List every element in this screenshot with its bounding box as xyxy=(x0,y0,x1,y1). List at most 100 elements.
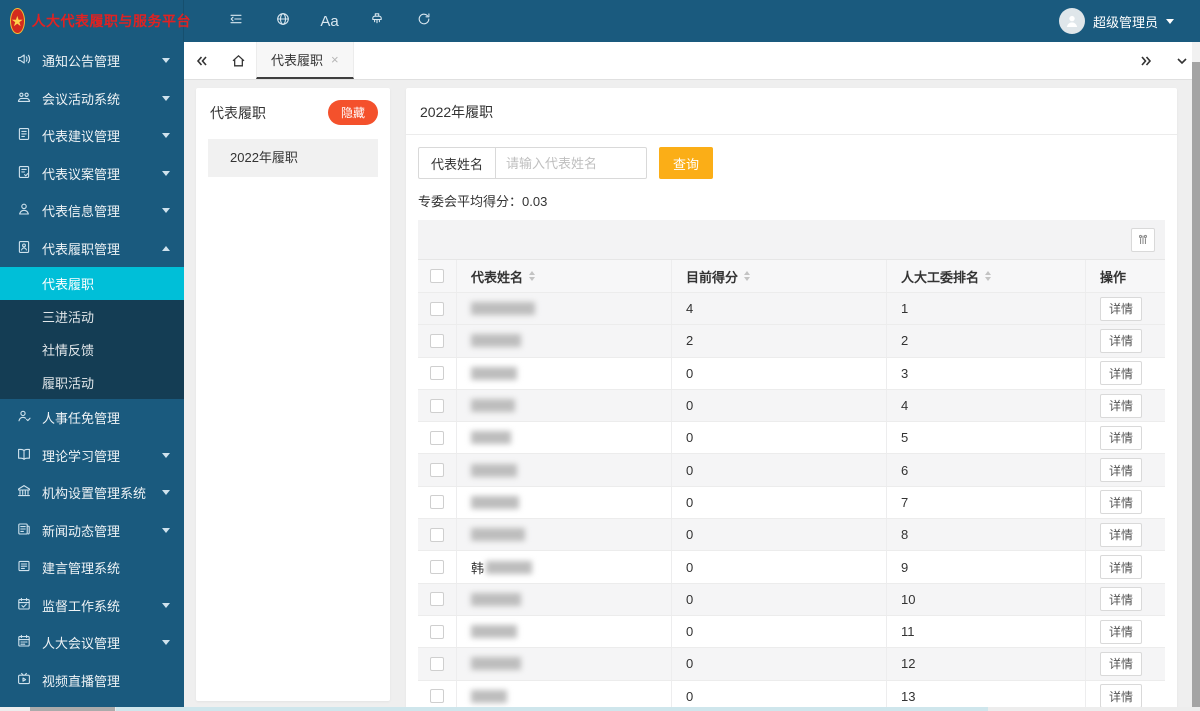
app-window: ★ 人大代表履职与服务平台 Aa 超级管理员 通知公告管理 会议活动系统 代表建议管… xyxy=(0,0,1200,711)
row-checkbox[interactable] xyxy=(430,301,444,316)
redacted-name xyxy=(471,463,517,477)
redacted-name xyxy=(471,334,521,348)
detail-button[interactable]: 详情 xyxy=(1100,555,1143,580)
horizontal-scrollbar-thumb[interactable] xyxy=(116,707,988,711)
sidebar-item-personnel[interactable]: 人事任免管理 xyxy=(0,399,184,437)
row-checkbox[interactable] xyxy=(430,333,444,348)
sidebar-submenu-duty: 代表履职 三进活动 社情反馈 履职活动 xyxy=(0,267,184,399)
cell-rank: 4 xyxy=(886,389,1085,422)
header-checkbox-cell xyxy=(418,260,456,292)
row-checkbox[interactable] xyxy=(430,527,444,542)
cell-score: 0 xyxy=(671,519,886,551)
motion-icon xyxy=(16,164,32,183)
detail-button[interactable]: 详情 xyxy=(1100,490,1143,515)
redacted-name xyxy=(471,592,521,606)
app-title: 人大代表履职与服务平台 xyxy=(31,13,192,29)
detail-button[interactable]: 详情 xyxy=(1100,393,1143,418)
header-action: 操作 xyxy=(1085,260,1165,292)
globe-button[interactable] xyxy=(259,0,306,42)
sidebar-item-motion[interactable]: 代表议案管理 xyxy=(0,155,184,193)
sidebar-subitem-duty-perform[interactable]: 代表履职 xyxy=(0,267,184,300)
cell-score: 0 xyxy=(671,454,886,486)
cell-name xyxy=(456,648,671,680)
row-checkbox[interactable] xyxy=(430,624,444,639)
detail-button[interactable]: 详情 xyxy=(1100,425,1143,450)
header-score[interactable]: 目前得分 xyxy=(671,260,886,292)
hide-button[interactable]: 隐藏 xyxy=(327,100,378,125)
menu-collapse-button[interactable] xyxy=(212,0,259,42)
redacted-name xyxy=(486,560,533,574)
horizontal-scrollbar-thumb[interactable] xyxy=(30,707,115,711)
detail-button[interactable]: 详情 xyxy=(1100,619,1143,644)
representative-name-input[interactable] xyxy=(495,147,648,179)
tab-duty-perform[interactable]: 代表履职 × xyxy=(256,42,354,79)
font-size-button[interactable]: Aa xyxy=(306,0,353,42)
sidebar-subitem-sanjin-activity[interactable]: 三进活动 xyxy=(0,300,184,333)
sidebar-item-suggestion[interactable]: 代表建议管理 xyxy=(0,117,184,155)
sort-icon[interactable] xyxy=(985,271,992,281)
cell-action: 详情 xyxy=(1085,422,1165,454)
row-checkbox[interactable] xyxy=(430,656,444,671)
sidebar-item-notice[interactable]: 通知公告管理 xyxy=(0,42,184,80)
row-checkbox[interactable] xyxy=(430,689,444,704)
row-checkbox[interactable] xyxy=(430,366,444,381)
clear-format-icon xyxy=(369,11,385,32)
clear-format-button[interactable] xyxy=(353,0,400,42)
vertical-scrollbar-thumb[interactable] xyxy=(1192,62,1200,711)
row-checkbox[interactable] xyxy=(430,592,444,607)
sidebar-item-npc-meeting[interactable]: 人大会议管理 xyxy=(0,624,184,662)
header-name[interactable]: 代表姓名 xyxy=(456,260,671,292)
tabs-scroll-right-button[interactable] xyxy=(1128,42,1164,79)
query-button[interactable]: 查询 xyxy=(659,147,714,179)
sidebar-item-rep-info[interactable]: 代表信息管理 xyxy=(0,192,184,230)
row-checkbox[interactable] xyxy=(430,560,444,575)
user-menu[interactable]: 超级管理员 xyxy=(1058,8,1200,34)
header-rank[interactable]: 人大工委排名 xyxy=(886,260,1085,292)
sidebar-item-supervision[interactable]: 监督工作系统 xyxy=(0,587,184,625)
sidebar-item-organization[interactable]: 机构设置管理系统 xyxy=(0,474,184,512)
table-row: 2 2 详情 xyxy=(418,324,1165,357)
cell-score: 0 xyxy=(671,422,886,454)
detail-button[interactable]: 详情 xyxy=(1100,361,1143,386)
advice-icon xyxy=(16,558,32,577)
row-checkbox[interactable] xyxy=(430,463,444,478)
detail-button[interactable]: 详情 xyxy=(1100,296,1143,321)
table-row: 0 12 详情 xyxy=(418,647,1165,680)
sidebar-item-video[interactable]: 视频直播管理 xyxy=(0,662,184,700)
sidebar-subitem-duty-activity[interactable]: 履职活动 xyxy=(0,366,184,399)
refresh-button[interactable] xyxy=(400,0,447,42)
detail-button[interactable]: 详情 xyxy=(1100,328,1143,353)
theory-icon xyxy=(16,446,32,465)
tabs-scroll-left-button[interactable] xyxy=(184,42,220,79)
sidebar-item-duty[interactable]: 代表履职管理 xyxy=(0,230,184,268)
column-settings-button[interactable] xyxy=(1131,227,1155,252)
search-form: 代表姓名 查询 xyxy=(418,147,1165,179)
sidebar-item-advice[interactable]: 建言管理系统 xyxy=(0,549,184,587)
close-icon[interactable]: × xyxy=(331,52,339,67)
sidebar-item-label: 新闻动态管理 xyxy=(42,523,121,539)
row-checkbox[interactable] xyxy=(430,495,444,510)
divider xyxy=(406,134,1177,135)
sidebar-item-meeting[interactable]: 会议活动系统 xyxy=(0,80,184,118)
home-tab-button[interactable] xyxy=(220,42,256,79)
detail-button[interactable]: 详情 xyxy=(1100,587,1143,612)
row-checkbox[interactable] xyxy=(430,430,444,445)
sidebar-subitem-social-feedback[interactable]: 社情反馈 xyxy=(0,333,184,366)
list-item-year-2022[interactable]: 2022年履职 xyxy=(208,139,378,177)
vertical-scrollbar[interactable] xyxy=(1192,42,1200,711)
chevron-down-icon xyxy=(162,452,170,458)
select-all-checkbox[interactable] xyxy=(430,269,444,283)
sort-icon[interactable] xyxy=(744,271,751,281)
sidebar-item-news[interactable]: 新闻动态管理 xyxy=(0,512,184,550)
table-row: 0 4 详情 xyxy=(418,388,1165,422)
detail-button[interactable]: 详情 xyxy=(1100,458,1143,483)
horizontal-scrollbar[interactable] xyxy=(0,707,1200,711)
row-checkbox[interactable] xyxy=(430,398,444,413)
detail-button[interactable]: 详情 xyxy=(1100,684,1143,709)
detail-button[interactable]: 详情 xyxy=(1100,651,1143,676)
redacted-name xyxy=(471,431,511,445)
chevron-down-icon xyxy=(162,133,170,139)
sidebar-item-theory[interactable]: 理论学习管理 xyxy=(0,437,184,475)
sort-icon[interactable] xyxy=(529,271,536,281)
detail-button[interactable]: 详情 xyxy=(1100,522,1143,547)
